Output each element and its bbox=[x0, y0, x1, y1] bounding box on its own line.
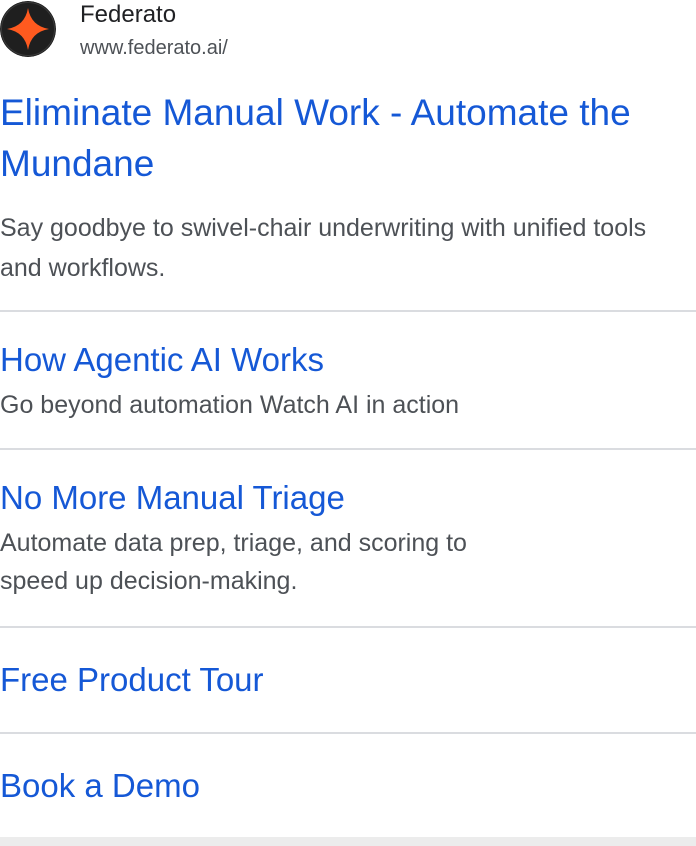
search-result-ad: Federato www.federato.ai/ Eliminate Manu… bbox=[0, 0, 696, 846]
result-header[interactable]: Federato www.federato.ai/ bbox=[0, 0, 696, 62]
divider bbox=[0, 310, 696, 312]
sitelink-free-product-tour[interactable]: Free Product Tour bbox=[0, 660, 264, 700]
sitelink-how-agentic-ai-works[interactable]: How Agentic AI Works bbox=[0, 340, 324, 380]
sitelink-no-more-manual-triage[interactable]: No More Manual Triage bbox=[0, 478, 345, 518]
result-title-link[interactable]: Eliminate Manual Work - Automate the Mun… bbox=[0, 87, 696, 189]
site-url[interactable]: www.federato.ai/ bbox=[80, 35, 228, 61]
sitelink-description: Go beyond automation Watch AI in action bbox=[0, 391, 460, 419]
federato-logo-icon bbox=[0, 1, 56, 57]
sitelink-description: Automate data prep, triage, and scoring … bbox=[0, 529, 467, 595]
bottom-separator-bar bbox=[0, 837, 696, 846]
sitelink-book-a-demo[interactable]: Book a Demo bbox=[0, 766, 200, 806]
site-name[interactable]: Federato bbox=[80, 0, 176, 30]
divider bbox=[0, 732, 696, 734]
result-description: Say goodbye to swivel-chair underwriting… bbox=[0, 214, 647, 282]
divider bbox=[0, 626, 696, 628]
divider bbox=[0, 448, 696, 450]
